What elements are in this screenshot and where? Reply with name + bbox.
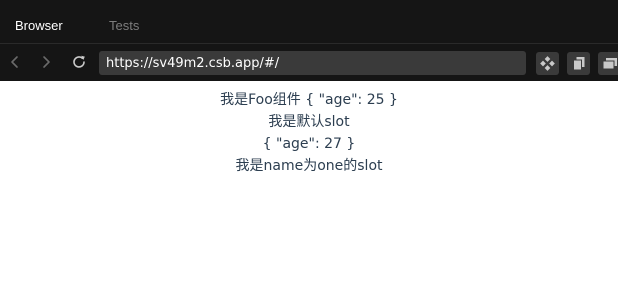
devtools-button[interactable]: [536, 52, 559, 75]
forward-button[interactable]: [37, 52, 55, 72]
tab-bar: Browser Tests: [0, 0, 618, 44]
copy-icon: [572, 57, 584, 71]
navigation-bar: [0, 44, 618, 81]
open-window-icon: [602, 57, 617, 69]
foo-component-line: 我是Foo组件 { "age": 25 }: [220, 92, 398, 108]
copy-button[interactable]: [567, 52, 590, 75]
tab-browser[interactable]: Browser: [15, 0, 63, 44]
open-window-button[interactable]: [598, 52, 618, 75]
chevron-left-icon: [11, 56, 18, 68]
page-content: 我是Foo组件 { "age": 25 } 我是默认slot { "age": …: [0, 81, 618, 287]
browser-window: Browser Tests https://sv49m2.csb.app/#/ …: [0, 0, 618, 287]
back-button[interactable]: [6, 52, 24, 72]
named-slot-line: 我是name为one的slot: [235, 158, 383, 174]
url-input[interactable]: [106, 53, 516, 73]
default-slot-line: 我是默认slot: [268, 114, 350, 130]
refresh-icon: [73, 55, 85, 68]
slot-props-line: { "age": 27 }: [262, 136, 356, 152]
refresh-button[interactable]: [70, 52, 88, 72]
address-bar: [99, 51, 526, 75]
chevron-right-icon: [43, 56, 50, 68]
devtools-icon: [540, 56, 555, 71]
tab-tests[interactable]: Tests: [109, 0, 139, 44]
